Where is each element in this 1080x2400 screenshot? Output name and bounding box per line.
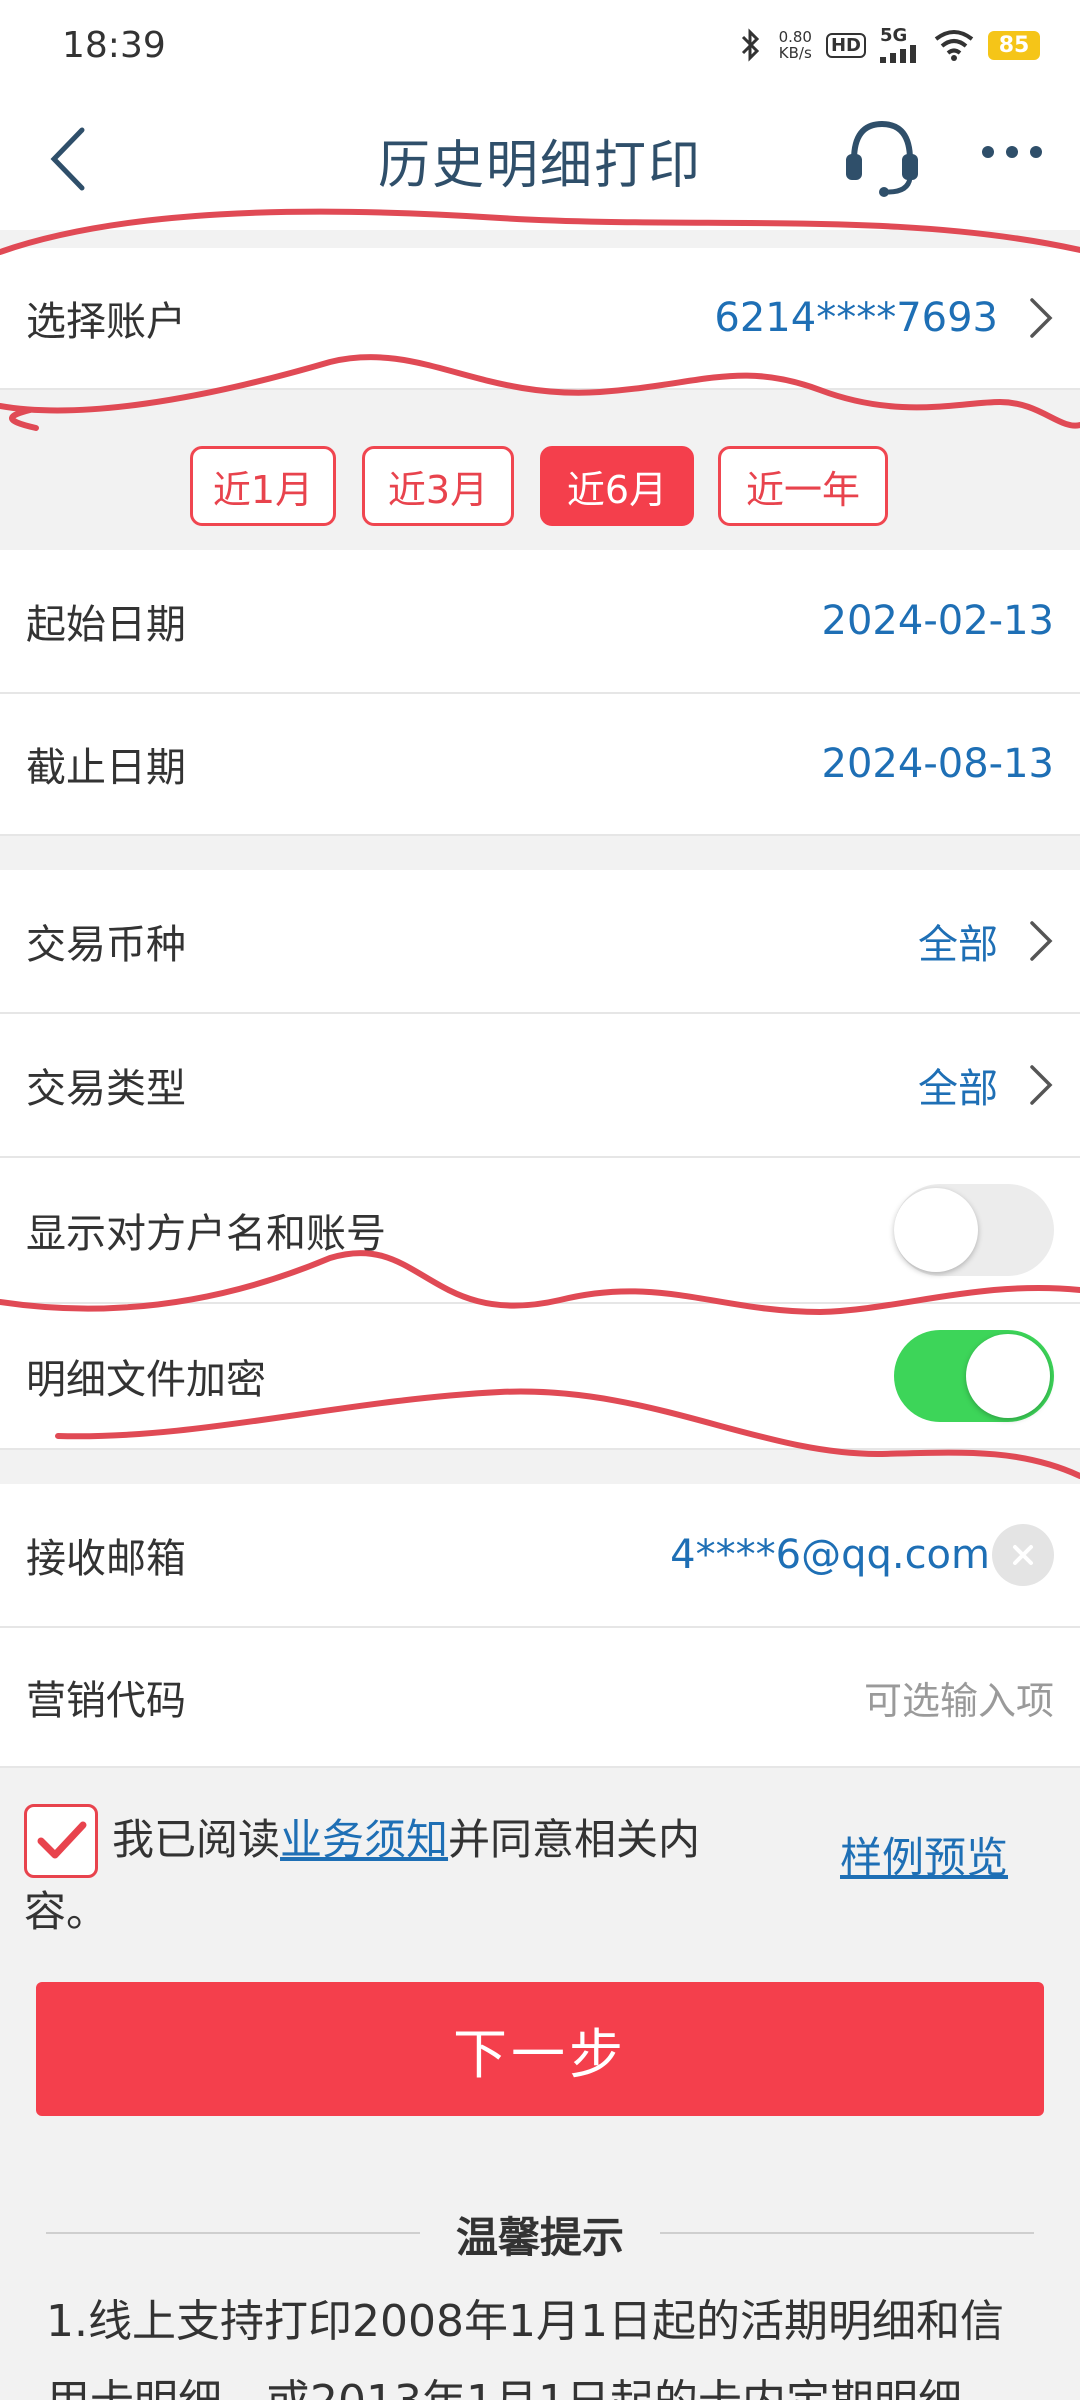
network-type: 5G bbox=[880, 25, 908, 46]
chevron-right-icon bbox=[1030, 921, 1053, 961]
start-date-label: 起始日期 bbox=[26, 602, 186, 648]
period-label: 近6月 bbox=[566, 467, 668, 512]
select-account-right: 6214****7693 bbox=[714, 295, 1054, 341]
headset-icon[interactable] bbox=[840, 114, 924, 198]
sample-preview-link[interactable]: 样例预览 bbox=[840, 1824, 1008, 1885]
end-date-label: 截止日期 bbox=[26, 745, 186, 791]
encrypt-file-label: 明细文件加密 bbox=[26, 1357, 266, 1403]
tips-title: 温馨提示 bbox=[420, 2202, 660, 2266]
net-speed-value: 0.80 bbox=[778, 28, 812, 46]
marketing-code-row[interactable]: 营销代码 可选输入项 bbox=[0, 1628, 1080, 1768]
select-account-label: 选择账户 bbox=[26, 299, 186, 345]
toggle-knob bbox=[966, 1334, 1050, 1418]
period-button-1-year[interactable]: 近一年 bbox=[718, 446, 888, 526]
tips-divider-right bbox=[660, 2232, 1034, 2234]
next-step-label: 下一步 bbox=[453, 2022, 627, 2086]
currency-right: 全部 bbox=[918, 912, 1054, 970]
agreement-text: 我已阅读业务须知并同意相关内容。 bbox=[24, 1804, 764, 1948]
period-label: 近一年 bbox=[745, 467, 860, 512]
transaction-type-row[interactable]: 交易类型 全部 bbox=[0, 1014, 1080, 1158]
period-selector: 近1月 近3月 近6月 近一年 bbox=[0, 390, 1080, 550]
tips-text: 1.线上支持打印2008年1月1日起的活期明细和信用卡明细，或2013年1月1日… bbox=[46, 2296, 1004, 2400]
signal-indicator: 5G bbox=[880, 27, 920, 63]
bluetooth-icon bbox=[741, 28, 759, 62]
chevron-left-icon[interactable] bbox=[44, 124, 94, 194]
currency-value: 全部 bbox=[918, 922, 998, 968]
status-bar: 18:39 0.80 KB/s HD 5G 85 bbox=[0, 0, 1080, 90]
marketing-code-input[interactable]: 可选输入项 bbox=[864, 1670, 1054, 1725]
start-date-row[interactable]: 起始日期 2024-02-13 bbox=[0, 550, 1080, 694]
status-time: 18:39 bbox=[62, 24, 166, 66]
next-step-button[interactable]: 下一步 bbox=[36, 1982, 1044, 2116]
chevron-right-icon bbox=[1030, 298, 1053, 338]
page-title: 历史明细打印 bbox=[377, 135, 702, 196]
agreement-prefix: 我已阅读 bbox=[112, 1815, 281, 1864]
chevron-right-icon bbox=[1030, 1065, 1053, 1105]
currency-row[interactable]: 交易币种 全部 bbox=[0, 870, 1080, 1014]
start-date-value: 2024-02-13 bbox=[821, 598, 1054, 644]
status-icons: 0.80 KB/s HD 5G 85 bbox=[737, 27, 1040, 63]
period-label: 近1月 bbox=[212, 467, 314, 512]
toggle-knob bbox=[894, 1188, 978, 1272]
close-icon bbox=[1013, 1545, 1033, 1565]
end-date-row[interactable]: 截止日期 2024-08-13 bbox=[0, 694, 1080, 836]
currency-label: 交易币种 bbox=[26, 922, 186, 968]
marketing-code-label: 营销代码 bbox=[26, 1678, 186, 1724]
navigation-bar: 历史明细打印 bbox=[0, 90, 1080, 230]
select-account-row[interactable]: 选择账户 6214****7693 bbox=[0, 248, 1080, 390]
show-counterparty-row: 显示对方户名和账号 bbox=[0, 1158, 1080, 1304]
show-counterparty-toggle[interactable] bbox=[894, 1184, 1054, 1276]
clear-email-button[interactable] bbox=[992, 1524, 1054, 1586]
period-button-1-month[interactable]: 近1月 bbox=[190, 446, 336, 526]
encrypt-file-toggle[interactable] bbox=[894, 1330, 1054, 1422]
business-notice-link[interactable]: 业务须知 bbox=[280, 1815, 448, 1864]
email-row[interactable]: 接收邮箱 4****6@qq.com bbox=[0, 1484, 1080, 1628]
account-number: 6214****7693 bbox=[714, 295, 998, 341]
transaction-type-value: 全部 bbox=[918, 1066, 998, 1112]
agreement-section: 我已阅读业务须知并同意相关内容。 样例预览 bbox=[0, 1768, 1080, 1968]
period-label: 近3月 bbox=[387, 467, 489, 512]
period-button-6-months[interactable]: 近6月 bbox=[540, 446, 694, 526]
email-label: 接收邮箱 bbox=[26, 1536, 186, 1582]
period-button-3-months[interactable]: 近3月 bbox=[362, 446, 514, 526]
email-right: 4****6@qq.com bbox=[670, 1524, 1054, 1586]
encrypt-file-row: 明细文件加密 bbox=[0, 1304, 1080, 1450]
net-speed-unit: KB/s bbox=[778, 44, 812, 62]
tips-divider-left bbox=[46, 2232, 420, 2234]
more-dots-icon[interactable] bbox=[980, 142, 1044, 162]
end-date-value: 2024-08-13 bbox=[821, 741, 1054, 787]
transaction-type-right: 全部 bbox=[918, 1056, 1054, 1114]
signal-icon bbox=[880, 45, 916, 63]
wifi-icon bbox=[934, 30, 974, 61]
battery-icon: 85 bbox=[988, 30, 1040, 60]
show-counterparty-label: 显示对方户名和账号 bbox=[26, 1211, 386, 1257]
hd-badge: HD bbox=[825, 32, 866, 58]
net-speed: 0.80 KB/s bbox=[779, 29, 812, 61]
transaction-type-label: 交易类型 bbox=[26, 1066, 186, 1112]
email-value[interactable]: 4****6@qq.com bbox=[670, 1532, 990, 1578]
